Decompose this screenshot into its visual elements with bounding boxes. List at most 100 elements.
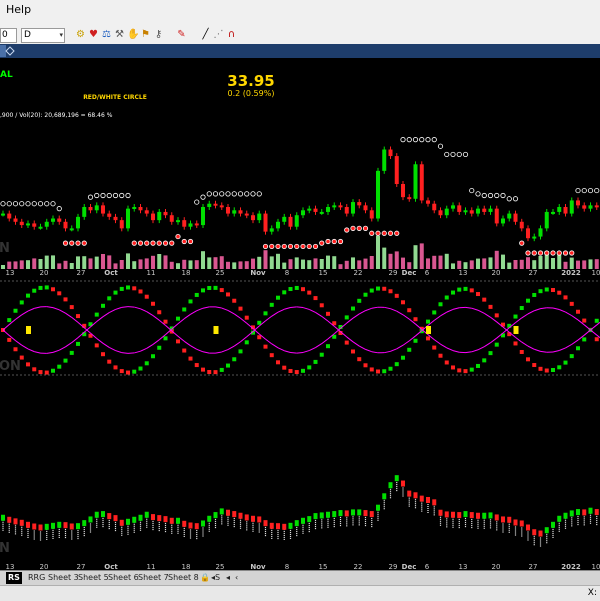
volume-bar bbox=[157, 254, 161, 269]
dotted-line-icon[interactable]: ⋰ bbox=[213, 29, 224, 40]
osc-dot-upper bbox=[445, 360, 449, 364]
status-bar: X: bbox=[0, 585, 600, 601]
osc-dot-lower bbox=[595, 319, 599, 323]
rs-marker bbox=[7, 517, 11, 523]
osc-dot-lower bbox=[564, 361, 568, 365]
sheet-tab-8[interactable]: Sheet 8 bbox=[166, 572, 201, 584]
candle-body bbox=[164, 212, 168, 215]
rs-marker bbox=[114, 515, 118, 521]
magnet-icon[interactable]: ∩ bbox=[226, 29, 237, 40]
candle-body bbox=[426, 200, 430, 203]
osc-dot-upper bbox=[76, 314, 80, 318]
candle-body bbox=[101, 205, 105, 213]
osc-dot-lower bbox=[270, 303, 274, 307]
stop-circle-red bbox=[538, 251, 542, 255]
osc-dot-lower bbox=[176, 339, 180, 343]
pen-color-icon[interactable]: ✎ bbox=[176, 29, 187, 40]
candle-body bbox=[45, 222, 49, 227]
volume-bar bbox=[332, 256, 336, 269]
date-axis-upper-tick-label: 2022 bbox=[561, 269, 581, 277]
osc-dot-upper bbox=[20, 300, 24, 304]
menu-help[interactable]: Help bbox=[6, 3, 31, 16]
osc-dot-lower bbox=[276, 296, 280, 300]
osc-dot-upper bbox=[457, 368, 461, 372]
osc-dot-lower bbox=[376, 369, 380, 373]
stop-circle-white bbox=[482, 193, 486, 197]
stop-circle-red bbox=[551, 251, 555, 255]
osc-dot-lower bbox=[457, 288, 461, 292]
osc-dot-upper bbox=[107, 360, 111, 364]
osc-dot-upper bbox=[70, 305, 74, 309]
osc-dot-lower bbox=[576, 346, 580, 350]
candle-body bbox=[114, 217, 118, 220]
candle-body bbox=[445, 209, 449, 216]
candle-body bbox=[182, 220, 186, 227]
interval-select[interactable]: D ▾ bbox=[21, 28, 65, 43]
scale-icon[interactable]: ⚖ bbox=[101, 29, 112, 40]
osc-dot-lower bbox=[126, 285, 130, 289]
rs-marker bbox=[214, 512, 218, 518]
osc-dot-lower bbox=[526, 357, 530, 361]
symbol-input[interactable]: 0 bbox=[0, 28, 17, 43]
stop-circle-red bbox=[532, 251, 536, 255]
heart-icon[interactable]: ♥ bbox=[88, 29, 99, 40]
rs-marker bbox=[182, 521, 186, 527]
stop-circle-white bbox=[582, 188, 586, 192]
date-axis-lower-tick-label: 22 bbox=[354, 563, 363, 570]
osc-dot-lower bbox=[514, 341, 518, 345]
scroll-left-icon[interactable]: ◂ bbox=[224, 572, 232, 584]
osc-dot-upper bbox=[382, 287, 386, 291]
osc-dot-upper bbox=[320, 353, 324, 357]
osc-dot-upper bbox=[557, 291, 561, 295]
osc-crossover-marker bbox=[426, 326, 431, 334]
wand-icon[interactable]: ⚒ bbox=[114, 29, 125, 40]
stop-circle-red bbox=[170, 241, 174, 245]
chart-area[interactable]: AL 33.95 0.2 (0.59%) RED/WHITE CIRCLE ,9… bbox=[0, 58, 600, 570]
osc-dot-upper bbox=[270, 353, 274, 357]
candle-body bbox=[589, 205, 593, 208]
candle-body bbox=[414, 164, 418, 199]
candle-body bbox=[270, 228, 274, 231]
stop-circle-red bbox=[388, 231, 392, 235]
stop-circle-red bbox=[395, 231, 399, 235]
osc-dot-upper bbox=[126, 371, 130, 375]
hand-icon[interactable]: ✋ bbox=[127, 29, 138, 40]
scroll-left-end-icon[interactable]: ◂S bbox=[209, 572, 222, 584]
line-draw-icon[interactable]: ╱ bbox=[200, 29, 211, 40]
chart-tab[interactable] bbox=[0, 45, 6, 57]
stop-circle-white bbox=[220, 192, 224, 196]
sheet-tab-rs[interactable]: RS bbox=[6, 572, 22, 584]
rs-marker bbox=[570, 510, 574, 516]
rs-marker bbox=[70, 524, 74, 530]
osc-dot-lower bbox=[76, 342, 80, 346]
rs-marker bbox=[151, 514, 155, 520]
volume-bar bbox=[582, 260, 586, 269]
osc-dot-lower bbox=[557, 365, 561, 369]
candle-body bbox=[595, 205, 599, 207]
key-icon[interactable]: ⚷ bbox=[153, 29, 164, 40]
volume-bar bbox=[464, 262, 468, 269]
osc-dot-lower bbox=[132, 286, 136, 290]
stop-circle-white bbox=[451, 152, 455, 156]
osc-dot-upper bbox=[464, 369, 468, 373]
osc-dot-upper bbox=[214, 286, 218, 290]
diamond-icon[interactable] bbox=[6, 47, 14, 55]
stop-circle-red bbox=[138, 241, 142, 245]
scroll-prev-icon[interactable]: ‹ bbox=[233, 572, 240, 584]
sheet-tab-rrg[interactable]: RRG bbox=[26, 572, 47, 584]
stop-circle-white bbox=[588, 188, 592, 192]
candle-body bbox=[220, 205, 224, 207]
bookmark-icon[interactable]: ⚑ bbox=[140, 29, 151, 40]
rs-marker bbox=[1, 515, 5, 521]
osc-dot-lower bbox=[201, 368, 205, 372]
volume-bar bbox=[414, 245, 418, 269]
volume-bar bbox=[470, 260, 474, 269]
stop-circle-white bbox=[245, 192, 249, 196]
osc-dot-lower bbox=[282, 290, 286, 294]
gear-icon[interactable]: ⚙ bbox=[75, 29, 86, 40]
rs-marker bbox=[320, 512, 324, 518]
rs-marker bbox=[82, 520, 86, 526]
volume-bar bbox=[301, 260, 305, 269]
osc-dot-lower bbox=[464, 287, 468, 291]
osc-dot-lower bbox=[539, 367, 543, 371]
